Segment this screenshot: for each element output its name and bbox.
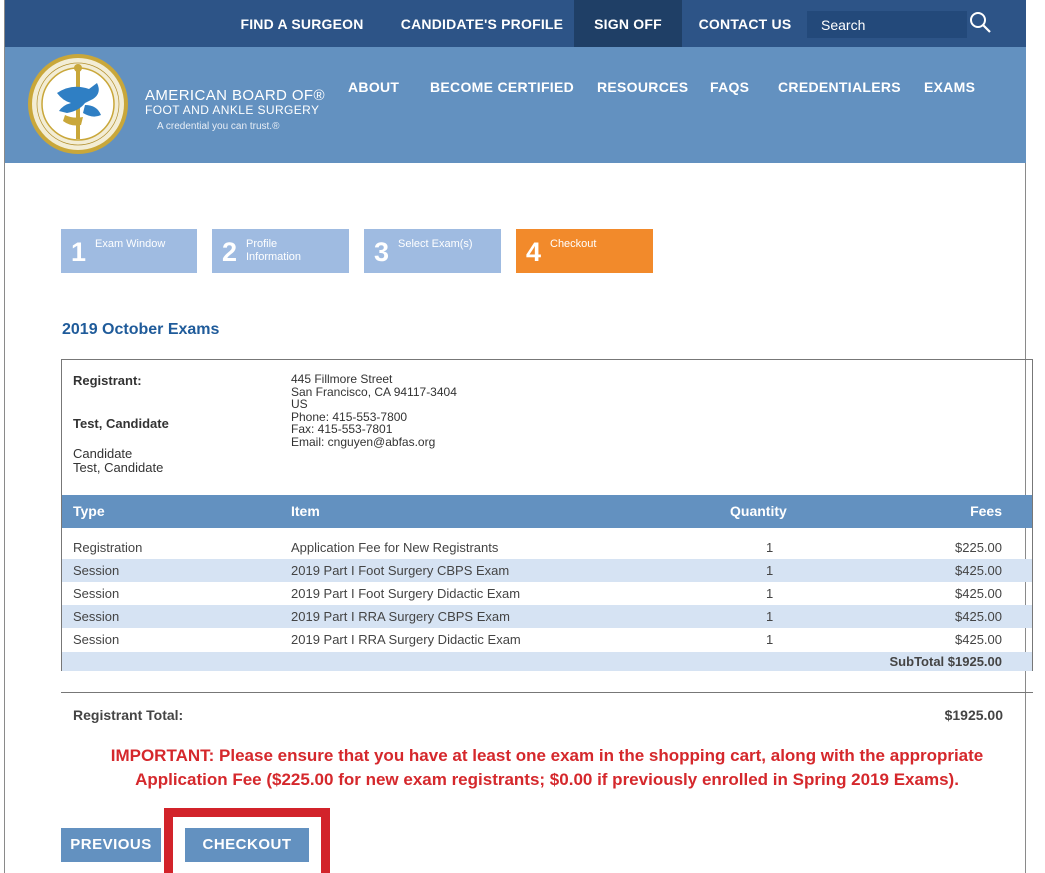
cell-item: 2019 Part I RRA Surgery Didactic Exam: [291, 632, 521, 647]
step-exam-window[interactable]: 1 Exam Window: [61, 229, 197, 273]
abfas-seal-logo[interactable]: [27, 53, 129, 155]
cell-quantity: 1: [766, 586, 774, 601]
cell-quantity: 1: [766, 540, 774, 555]
header-quantity: Quantity: [730, 503, 787, 519]
registrant-total-label: Registrant Total:: [73, 707, 184, 723]
menu-faqs[interactable]: FAQS: [710, 79, 749, 95]
fax: Fax: 415-553-7801: [291, 422, 393, 436]
step-number: 2: [222, 237, 238, 267]
cell-type: Session: [73, 563, 120, 578]
menu-become-certified[interactable]: BECOME CERTIFIED: [430, 79, 574, 95]
search-input[interactable]: [807, 11, 967, 38]
cell-type: Session: [73, 586, 120, 601]
cell-fee: $425.00: [955, 632, 1002, 647]
registrant-summary: Registrant: Test, Candidate Candidate Te…: [61, 359, 1033, 671]
nav-contact-us[interactable]: CONTACT US: [692, 0, 798, 47]
address-line: US: [291, 397, 308, 411]
important-line-1: IMPORTANT: Please ensure that you have a…: [110, 746, 984, 765]
email: Email: cnguyen@abfas.org: [291, 434, 436, 449]
registrant-role: Candidate: [73, 446, 133, 461]
cell-quantity: 1: [766, 632, 774, 647]
cell-fee: $225.00: [955, 540, 1002, 555]
cell-fee: $425.00: [955, 586, 1002, 601]
top-navigation: FIND A SURGEON CANDIDATE'S PROFILE SIGN …: [5, 0, 1026, 47]
cell-fee: $425.00: [955, 609, 1002, 624]
previous-button[interactable]: PREVIOUS: [61, 828, 161, 862]
fees-table-header: Type Item Quantity Fees: [62, 495, 1032, 528]
cell-quantity: 1: [766, 609, 774, 624]
important-notice: IMPORTANT: Please ensure that you have a…: [61, 744, 1033, 792]
step-label: Exam Window: [95, 238, 166, 250]
subtotal-value: SubTotal $1925.00: [889, 654, 1002, 669]
step-number: 3: [374, 237, 390, 267]
menu-credentialers[interactable]: CREDENTIALERS: [778, 79, 901, 95]
table-row: Session 2019 Part I RRA Surgery Didactic…: [62, 628, 1032, 651]
nav-find-surgeon[interactable]: FIND A SURGEON: [227, 0, 377, 47]
address-line: 445 Fillmore Street: [291, 372, 393, 386]
address-line: San Francisco, CA 94117-3404: [291, 384, 457, 399]
registrant-total-value: $1925.00: [944, 707, 1003, 723]
important-line-2: Application Fee ($225.00 for new exam re…: [135, 770, 959, 789]
header-item: Item: [291, 503, 320, 519]
search-field: [807, 11, 967, 38]
cell-type: Registration: [73, 540, 143, 555]
step-label: Checkout: [550, 238, 597, 250]
cell-item: 2019 Part I RRA Surgery CBPS Exam: [291, 609, 510, 624]
step-number: 4: [526, 237, 542, 267]
registrant-name-secondary: Test, Candidate: [73, 460, 164, 475]
cell-item: 2019 Part I Foot Surgery CBPS Exam: [291, 563, 510, 578]
checkout-button[interactable]: CHECKOUT: [185, 828, 309, 862]
nav-candidate-profile[interactable]: CANDIDATE'S PROFILE: [388, 0, 576, 47]
cell-quantity: 1: [766, 563, 774, 578]
exam-title: 2019 October Exams: [62, 321, 220, 338]
menu-exams[interactable]: EXAMS: [924, 79, 975, 95]
menu-resources[interactable]: RESOURCES: [597, 79, 688, 95]
cell-fee: $425.00: [955, 563, 1002, 578]
brand-block: AMERICAN BOARD OF® FOOT AND ANKLE SURGER…: [145, 87, 325, 133]
site-header: AMERICAN BOARD OF® FOOT AND ANKLE SURGER…: [5, 47, 1026, 163]
step-select-exams[interactable]: 3 Select Exam(s): [364, 229, 501, 273]
nav-sign-off[interactable]: SIGN OFF: [574, 0, 682, 47]
step-profile-information[interactable]: 2 Profile Information: [212, 229, 349, 273]
divider: [61, 692, 1033, 693]
header-type: Type: [73, 503, 105, 519]
brand-name-line2: FOOT AND ANKLE SURGERY: [145, 103, 320, 117]
table-row: Session 2019 Part I Foot Surgery Didacti…: [62, 582, 1032, 605]
cell-type: Session: [73, 609, 120, 624]
search-icon[interactable]: [967, 10, 995, 38]
brand-tagline: A credential you can trust.®: [157, 121, 280, 132]
header-fees: Fees: [970, 503, 1002, 519]
registrant-name: Test, Candidate: [73, 416, 169, 431]
table-row: Registration Application Fee for New Reg…: [62, 536, 1032, 559]
cell-type: Session: [73, 632, 120, 647]
step-label: Profile Information: [246, 238, 302, 263]
subtotal-row: SubTotal $1925.00: [62, 652, 1032, 671]
table-row: Session 2019 Part I RRA Surgery CBPS Exa…: [62, 605, 1032, 628]
step-label: Select Exam(s): [398, 238, 473, 250]
brand-name-line1: AMERICAN BOARD OF®: [145, 87, 325, 104]
registrant-label: Registrant:: [73, 373, 142, 388]
step-number: 1: [71, 237, 87, 267]
table-row: Session 2019 Part I Foot Surgery CBPS Ex…: [62, 559, 1032, 582]
cell-item: Application Fee for New Registrants: [291, 540, 499, 555]
step-checkout[interactable]: 4 Checkout: [516, 229, 653, 273]
registrant-address: 445 Fillmore Street San Francisco, CA 94…: [291, 373, 457, 448]
menu-about[interactable]: ABOUT: [348, 79, 399, 95]
cell-item: 2019 Part I Foot Surgery Didactic Exam: [291, 586, 521, 601]
